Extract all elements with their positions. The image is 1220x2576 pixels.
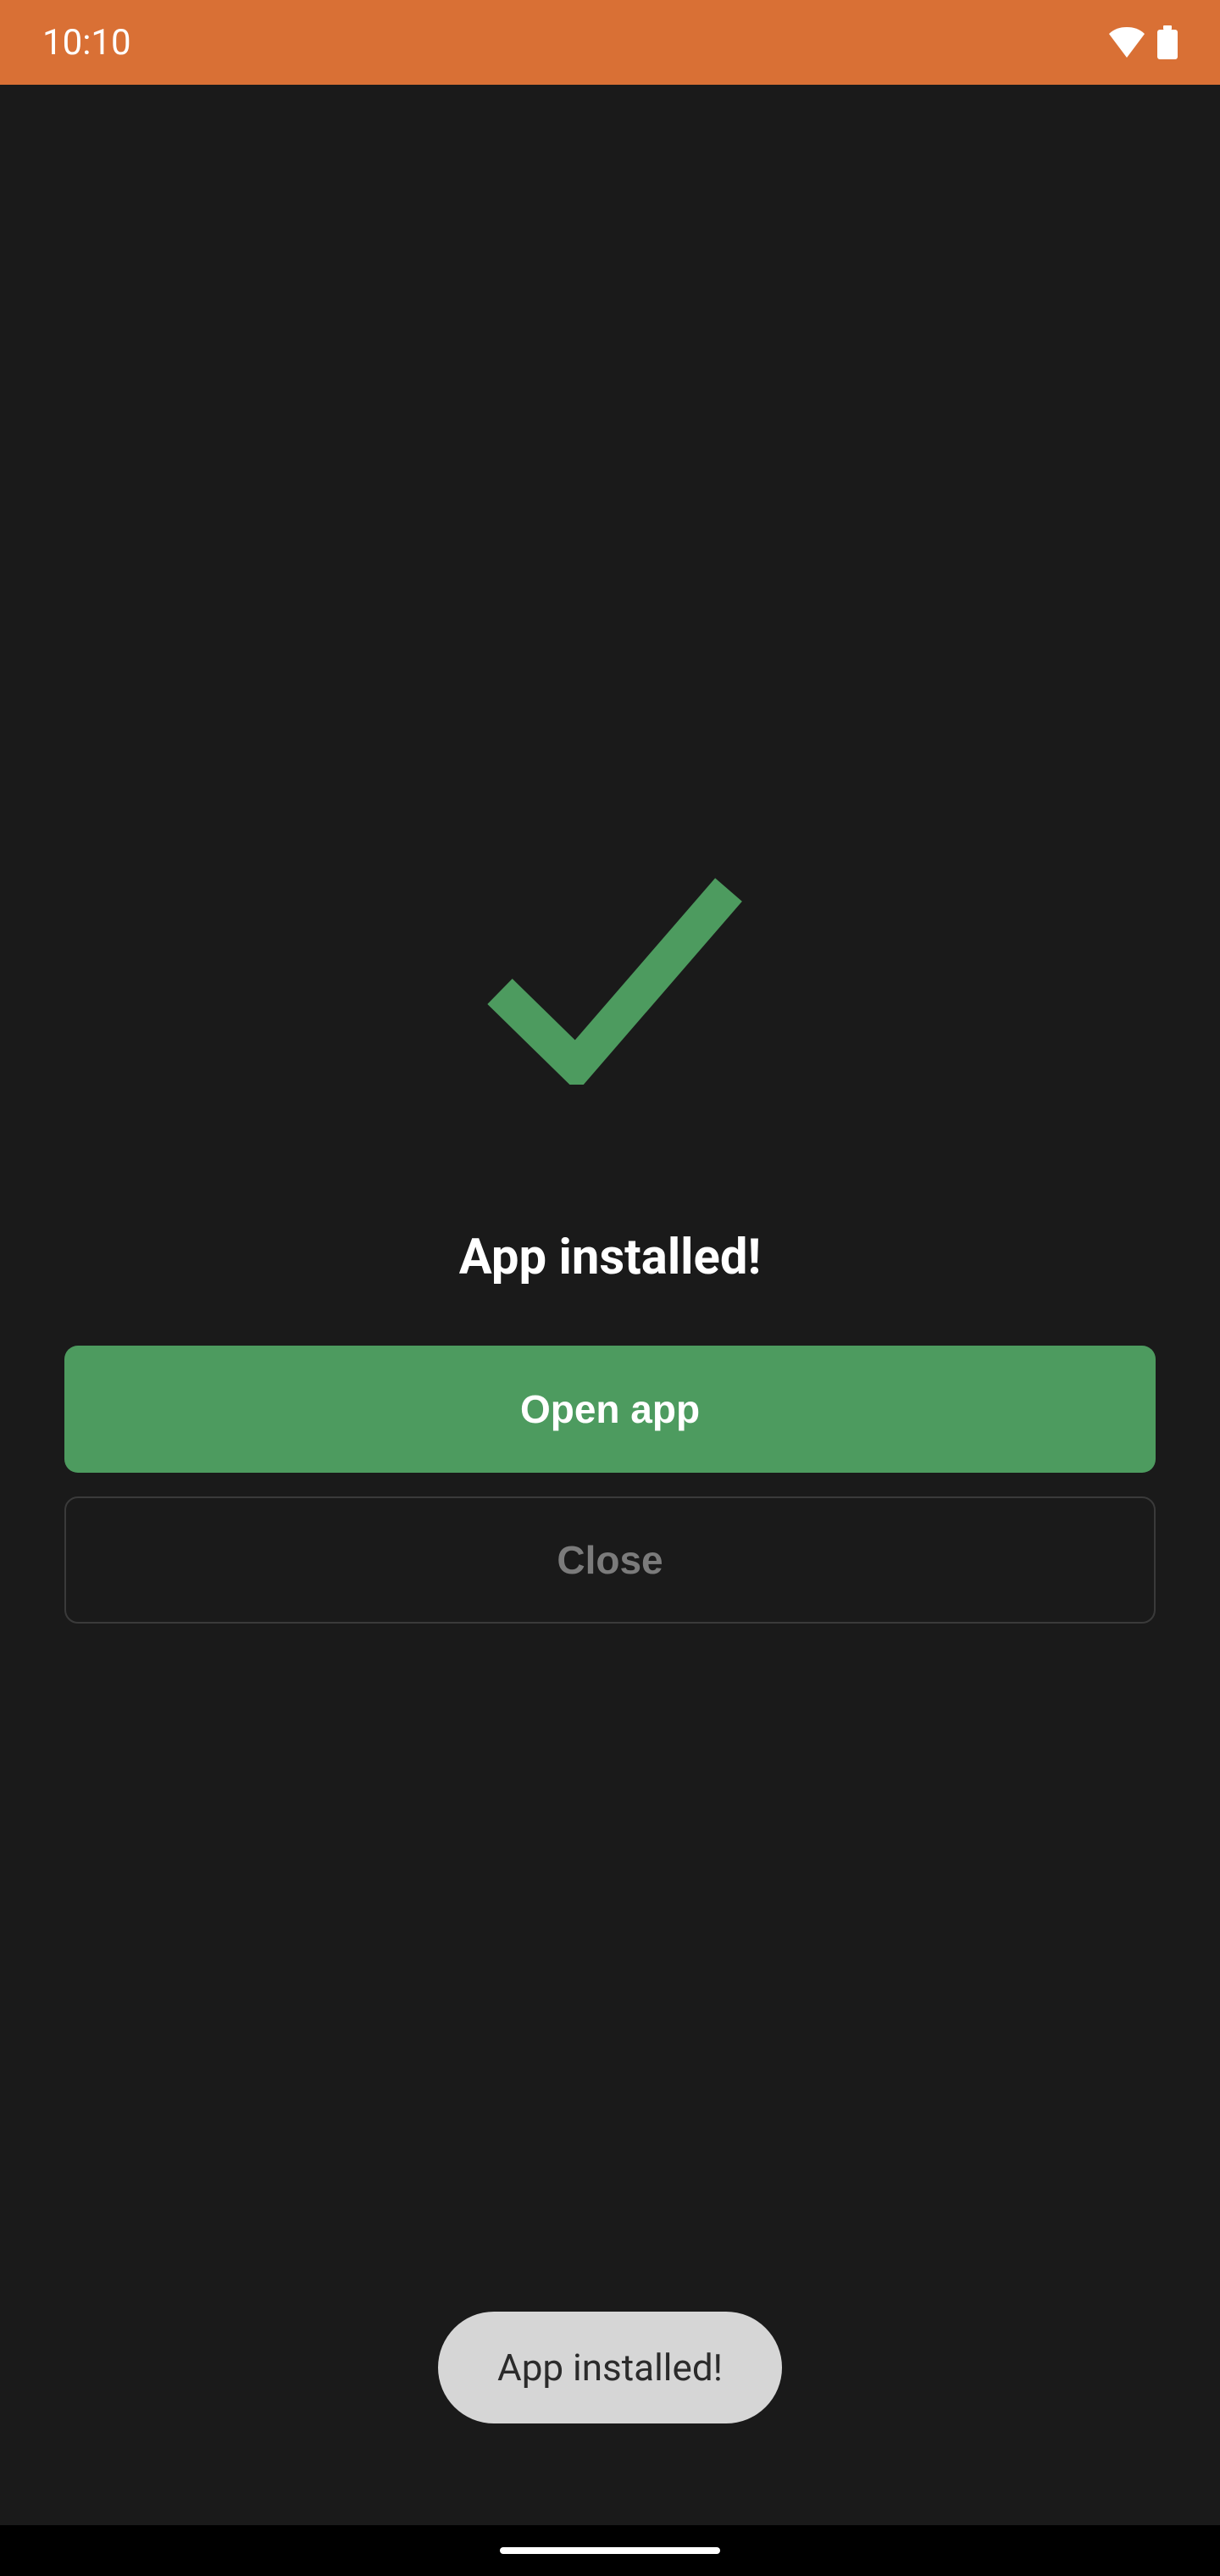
- toast-message: App installed!: [438, 2312, 782, 2423]
- content-area: App installed! Open app Close App instal…: [0, 85, 1220, 2525]
- page-title: App installed!: [459, 1229, 761, 1286]
- checkmark-icon: [466, 864, 754, 1085]
- open-app-button[interactable]: Open app: [64, 1346, 1156, 1473]
- nav-handle[interactable]: [500, 2547, 720, 2554]
- button-group: Open app Close: [0, 1346, 1220, 1624]
- battery-icon: [1157, 25, 1178, 59]
- wifi-icon: [1108, 27, 1145, 58]
- status-bar: 10:10: [0, 0, 1220, 85]
- navigation-bar: [0, 2525, 1220, 2576]
- close-button[interactable]: Close: [64, 1496, 1156, 1624]
- status-icons: [1108, 25, 1178, 59]
- status-time: 10:10: [42, 22, 131, 64]
